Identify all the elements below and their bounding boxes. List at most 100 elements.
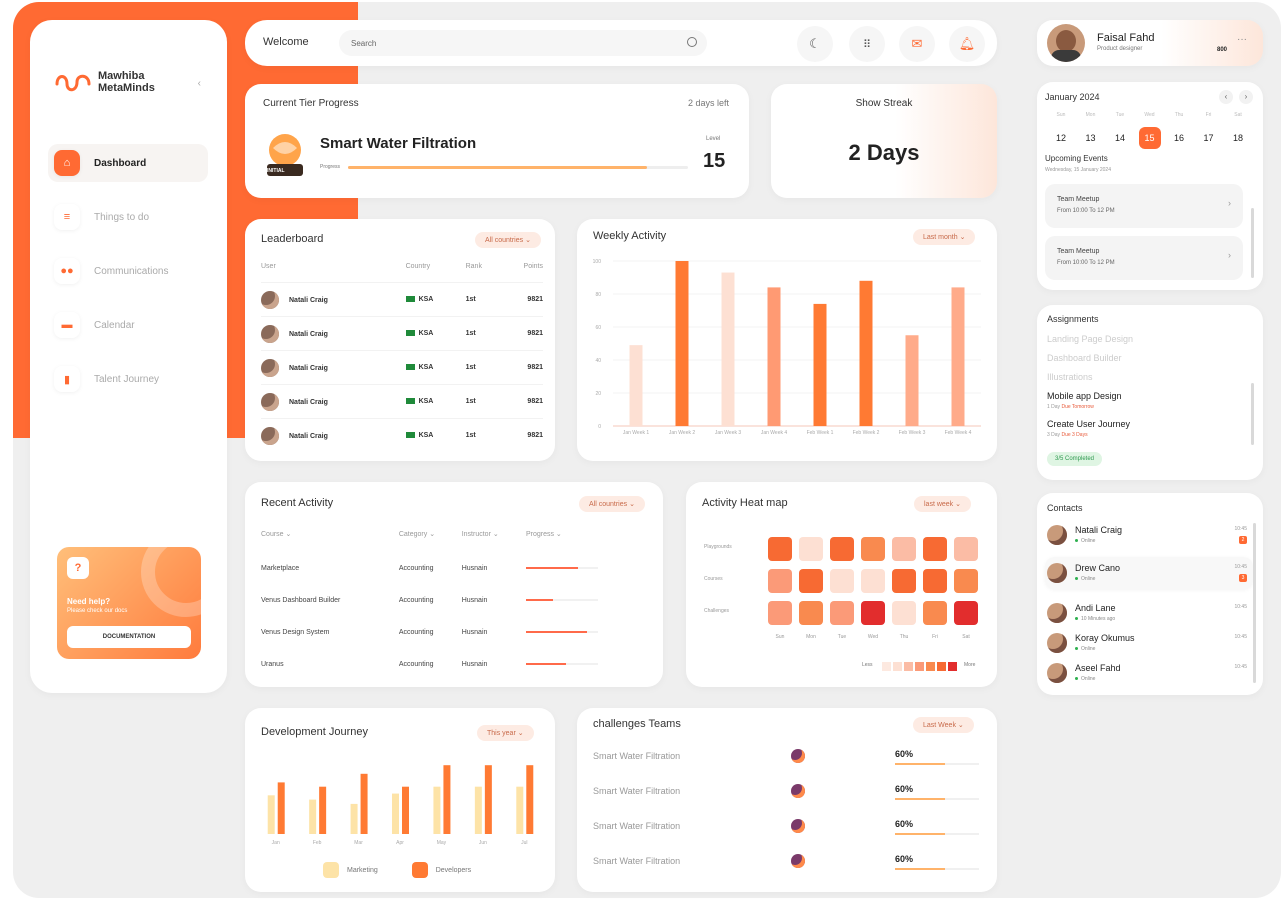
bar[interactable]	[675, 261, 689, 426]
bar[interactable]	[721, 272, 735, 426]
heatmap-cell[interactable]	[892, 601, 916, 625]
calendar-day[interactable]: 16	[1168, 127, 1190, 149]
heatmap-cell[interactable]	[892, 537, 916, 561]
contact-item[interactable]: Natali Craig Online 10:45 2	[1045, 519, 1253, 551]
heatmap-cell[interactable]	[768, 601, 792, 625]
bar[interactable]	[360, 773, 368, 834]
contact-item[interactable]: Aseel Fahd Online 10:45	[1045, 657, 1253, 689]
sidebar-item-things-to-do[interactable]: ≡ Things to do	[48, 198, 208, 236]
heatmap-cell[interactable]	[830, 601, 854, 625]
recent-filter[interactable]: All countries ⌄	[579, 496, 645, 512]
next-month-button[interactable]: ›	[1239, 90, 1253, 104]
bar[interactable]	[526, 765, 534, 834]
more-options-icon[interactable]: ···	[1237, 34, 1247, 45]
column-header-instructor[interactable]: Instructor ⌄	[462, 530, 526, 552]
column-header-progress[interactable]: Progress ⌄	[526, 530, 651, 552]
heatmap-cell[interactable]	[861, 601, 885, 625]
bar[interactable]	[319, 786, 327, 834]
table-row[interactable]: Natali Craig KSA 1st 9821	[261, 418, 543, 453]
assignment-pending[interactable]: Create User Journey	[1047, 419, 1130, 429]
assignment-done[interactable]: Landing Page Design	[1047, 334, 1133, 344]
heatmap-cell[interactable]	[768, 537, 792, 561]
bar[interactable]	[516, 786, 524, 834]
leaderboard-filter[interactable]: All countries ⌄	[475, 232, 541, 248]
heatmap-cell[interactable]	[768, 569, 792, 593]
table-row[interactable]: Marketplace Accounting Husnain	[261, 552, 651, 584]
table-row[interactable]: Natali Craig KSA 1st 9821	[261, 316, 543, 351]
bar[interactable]	[951, 287, 965, 426]
heatmap-cell[interactable]	[954, 601, 978, 625]
calendar-day[interactable]: 12	[1050, 127, 1072, 149]
bar[interactable]	[350, 803, 358, 834]
heatmap-cell[interactable]	[923, 601, 947, 625]
contact-item[interactable]: Drew Cano Online 10:45 3	[1045, 557, 1253, 589]
bar[interactable]	[859, 280, 873, 426]
contacts-scrollbar[interactable]	[1253, 523, 1256, 683]
bar[interactable]	[767, 287, 781, 426]
contact-item[interactable]: Koray Okumus Online 10:45	[1045, 627, 1253, 659]
event-item[interactable]: Team Meetup From 10:00 To 12 PM ›	[1045, 236, 1243, 280]
challenge-row[interactable]: Smart Water Filtration 60%	[593, 784, 983, 804]
contact-item[interactable]: Andi Lane 10 Minutes ago 10:45	[1045, 597, 1253, 629]
profile-card[interactable]: Faisal Fahd Product designer 800 ···	[1037, 20, 1263, 66]
bar[interactable]	[433, 786, 441, 834]
table-row[interactable]: Natali Craig KSA 1st 9821	[261, 282, 543, 317]
calendar-day[interactable]: 13	[1080, 127, 1102, 149]
messages-button[interactable]: ✉	[899, 26, 935, 62]
bar[interactable]	[629, 345, 643, 426]
bar[interactable]	[277, 782, 285, 834]
dark-mode-button[interactable]: ☾	[797, 26, 833, 62]
calendar-day[interactable]: 14	[1109, 127, 1131, 149]
events-scrollbar[interactable]	[1251, 208, 1254, 278]
table-row[interactable]: Natali Craig KSA 1st 9821	[261, 384, 543, 419]
challenge-row[interactable]: Smart Water Filtration 60%	[593, 749, 983, 769]
heatmap-cell[interactable]	[799, 601, 823, 625]
calendar-day[interactable]: 18	[1227, 127, 1249, 149]
apps-button[interactable]: ⠿	[849, 26, 885, 62]
challenge-row[interactable]: Smart Water Filtration 60%	[593, 819, 983, 839]
sidebar-item-talent-journey[interactable]: ▮ Talent Journey	[48, 360, 208, 398]
bar[interactable]	[267, 795, 275, 834]
bar[interactable]	[484, 765, 492, 834]
sidebar-item-communications[interactable]: ●● Communications	[48, 252, 208, 290]
challenges-filter[interactable]: Last Week ⌄	[913, 717, 974, 733]
bar[interactable]	[813, 303, 827, 426]
heatmap-cell[interactable]	[923, 537, 947, 561]
table-row[interactable]: Venus Dashboard Builder Accounting Husnain	[261, 584, 651, 616]
event-item[interactable]: Team Meetup From 10:00 To 12 PM ›	[1045, 184, 1243, 228]
heatmap-cell[interactable]	[892, 569, 916, 593]
heatmap-cell[interactable]	[954, 569, 978, 593]
sidebar-item-dashboard[interactable]: ⌂ Dashboard	[48, 144, 208, 182]
assignments-scrollbar[interactable]	[1251, 383, 1254, 445]
bar[interactable]	[474, 786, 482, 834]
heatmap-cell[interactable]	[830, 537, 854, 561]
column-header-category[interactable]: Category ⌄	[399, 530, 462, 552]
challenge-row[interactable]: Smart Water Filtration 60%	[593, 854, 983, 874]
bar[interactable]	[392, 793, 399, 834]
heatmap-cell[interactable]	[954, 537, 978, 561]
assignment-pending[interactable]: Mobile app Design	[1047, 391, 1122, 401]
heatmap-cell[interactable]	[923, 569, 947, 593]
assignment-done[interactable]: Dashboard Builder	[1047, 353, 1122, 363]
column-header-course[interactable]: Course ⌄	[261, 530, 399, 552]
bar[interactable]	[905, 335, 919, 426]
bar[interactable]	[309, 799, 317, 834]
table-row[interactable]: Venus Design System Accounting Husnain	[261, 616, 651, 648]
calendar-day[interactable]: 17	[1198, 127, 1220, 149]
bar[interactable]	[402, 786, 409, 834]
table-row[interactable]: Natali Craig KSA 1st 9821	[261, 350, 543, 385]
search-input[interactable]: Search	[339, 30, 707, 56]
heatmap-cell[interactable]	[799, 569, 823, 593]
calendar-day-selected[interactable]: 15	[1138, 127, 1161, 149]
notifications-button[interactable]: 🔔︎	[949, 26, 985, 62]
assignment-done[interactable]: Illustrations	[1047, 372, 1093, 382]
heatmap-cell[interactable]	[861, 569, 885, 593]
bar[interactable]	[443, 765, 451, 834]
collapse-sidebar-icon[interactable]: ‹	[198, 78, 201, 89]
heatmap-filter[interactable]: last week ⌄	[914, 496, 971, 512]
table-row[interactable]: Uranus Accounting Husnain	[261, 648, 651, 680]
heatmap-cell[interactable]	[830, 569, 854, 593]
prev-month-button[interactable]: ‹	[1219, 90, 1233, 104]
documentation-button[interactable]: DOCUMENTATION	[67, 626, 191, 648]
heatmap-cell[interactable]	[861, 537, 885, 561]
